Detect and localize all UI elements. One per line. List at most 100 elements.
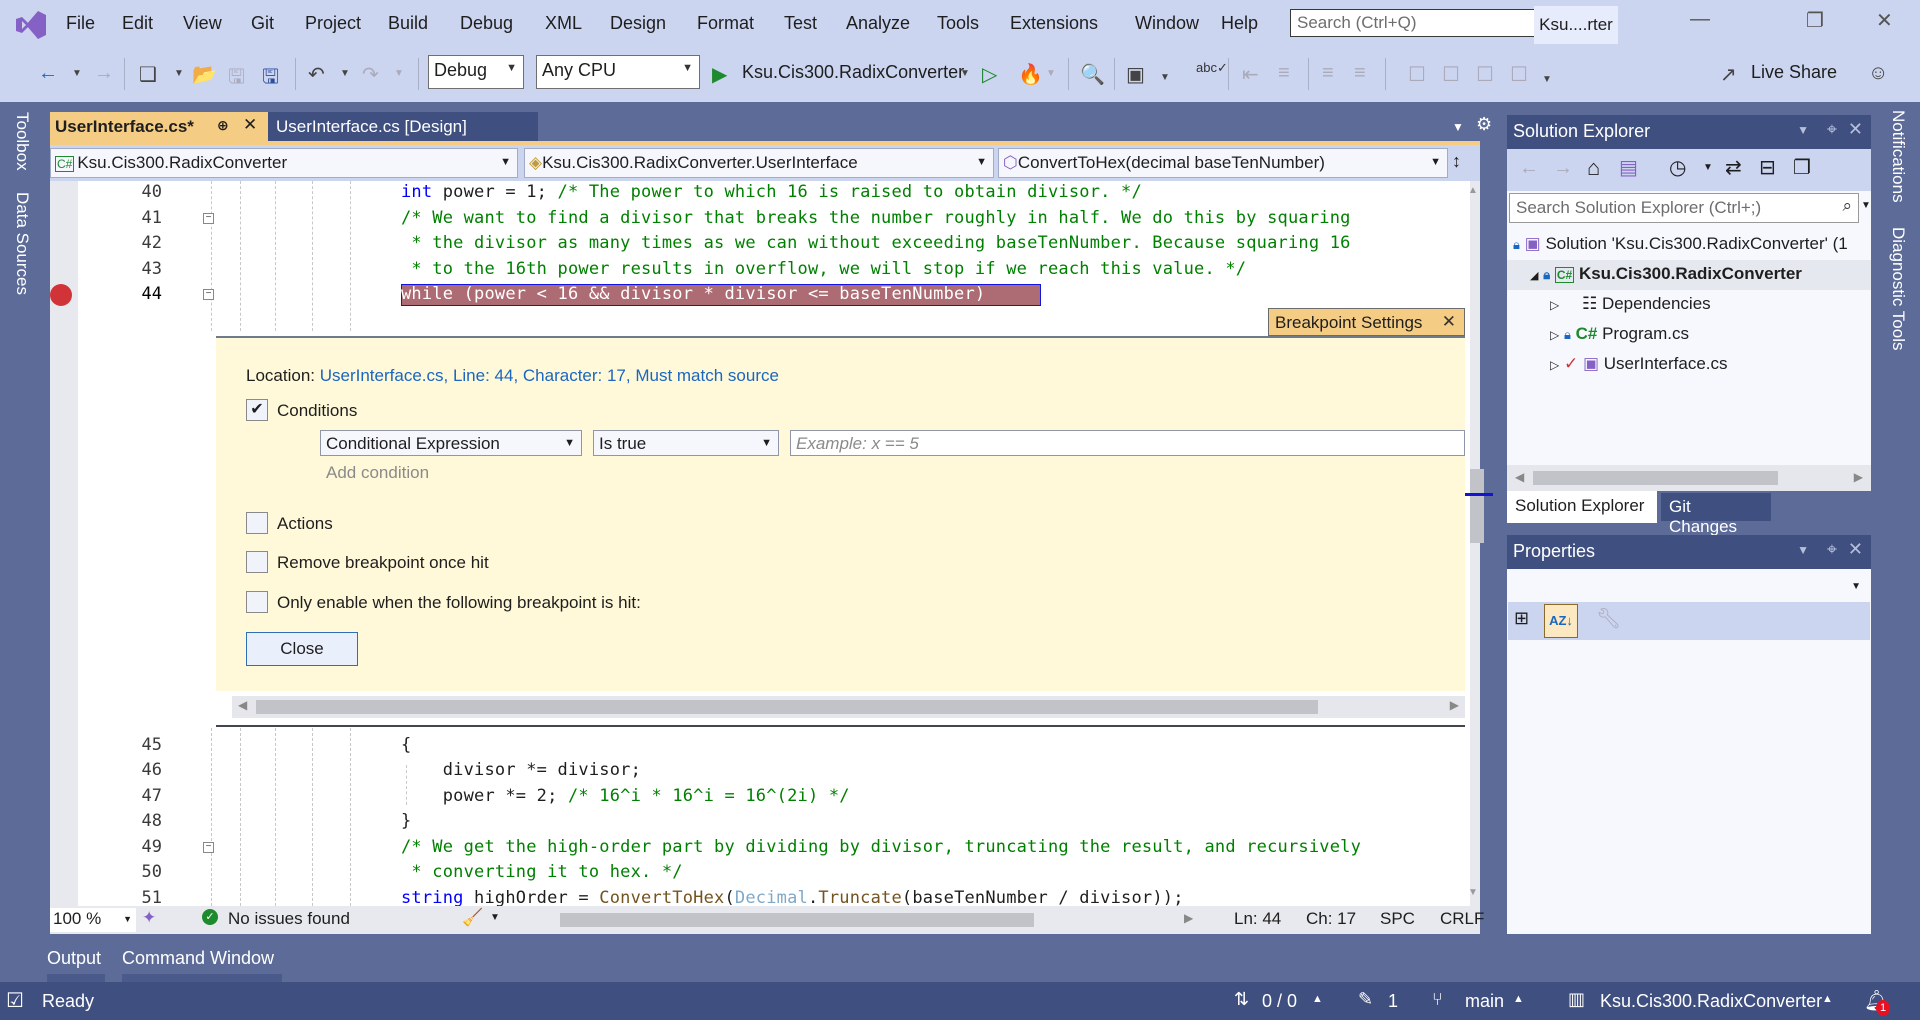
member-dropdown[interactable]: ⬡ConvertToHex(decimal baseTenNumber) ▼ xyxy=(998,148,1448,178)
menu-analyze[interactable]: Analyze xyxy=(846,13,910,34)
scrollbar-thumb[interactable] xyxy=(1470,469,1484,543)
menu-project[interactable]: Project xyxy=(305,13,361,34)
forward-icon[interactable]: → xyxy=(1553,157,1573,180)
tab-list-dropdown-icon[interactable]: ▼ xyxy=(1452,120,1464,134)
line-ending-indicator[interactable]: CRLF xyxy=(1440,909,1484,929)
pin-icon[interactable]: ⌖ xyxy=(1827,539,1837,560)
horizontal-scrollbar-thumb[interactable] xyxy=(560,913,1034,927)
scrollbar-thumb[interactable] xyxy=(256,700,1318,714)
line-indicator[interactable]: Ln: 44 xyxy=(1234,909,1281,929)
bookmark-icon[interactable]: ☐ xyxy=(1408,62,1426,87)
diagnostic-tools-tab[interactable]: Diagnostic Tools xyxy=(1888,227,1908,350)
remove-once-hit-checkbox[interactable] xyxy=(246,551,268,573)
menu-tools[interactable]: Tools xyxy=(937,13,979,34)
home-icon[interactable]: ⌂ xyxy=(1587,155,1600,181)
chevron-down-icon[interactable]: ▼ xyxy=(490,912,500,923)
menu-help[interactable]: Help xyxy=(1221,13,1258,34)
menu-format[interactable]: Format xyxy=(697,13,754,34)
search-options-dropdown-icon[interactable]: ▼ xyxy=(1861,200,1871,211)
configuration-dropdown[interactable]: Debug ▼ xyxy=(428,55,524,89)
find-in-files-icon[interactable]: 🔍 xyxy=(1080,62,1105,87)
visual-studio-logo-icon[interactable] xyxy=(14,9,48,41)
scroll-left-icon[interactable]: ◀ xyxy=(1515,470,1524,484)
tab-output[interactable]: Output xyxy=(47,948,101,969)
menu-view[interactable]: View xyxy=(183,13,222,34)
repository-name[interactable]: Ksu.Cis300.RadixConverter xyxy=(1600,991,1822,1012)
restore-icon[interactable]: ❐ xyxy=(1806,8,1824,33)
menu-design[interactable]: Design xyxy=(610,13,666,34)
new-dropdown-icon[interactable]: ▼ xyxy=(174,68,184,79)
uncomment-icon[interactable]: ≡ xyxy=(1354,62,1366,85)
undo-dropdown-icon[interactable]: ▼ xyxy=(340,68,350,79)
branch-name[interactable]: main xyxy=(1465,991,1504,1012)
collapse-icon[interactable]: − xyxy=(203,842,214,853)
menu-build[interactable]: Build xyxy=(388,13,428,34)
chevron-up-icon[interactable]: ▲ xyxy=(1312,993,1323,1005)
comment-icon[interactable]: ≡ xyxy=(1322,62,1334,85)
expanded-arrow-icon[interactable]: ◢ xyxy=(1530,270,1538,282)
condition-expression-input[interactable]: Example: x == 5 xyxy=(790,430,1465,456)
settings-gear-icon[interactable]: ⚙ xyxy=(1476,114,1492,135)
solution-explorer-hscrollbar[interactable]: ◀ ▶ xyxy=(1507,465,1871,491)
close-breakpoint-settings-icon[interactable]: ✕ xyxy=(1442,312,1456,332)
scroll-right-icon[interactable]: ▶ xyxy=(1854,470,1863,484)
tree-item-project[interactable]: ◢ 🔒︎ C# Ksu.Cis300.RadixConverter xyxy=(1530,264,1802,284)
collapse-all-icon[interactable]: ⊟ xyxy=(1759,155,1776,180)
tree-item-dependencies[interactable]: ▷ ☷ Dependencies xyxy=(1550,294,1711,314)
menu-debug[interactable]: Debug xyxy=(460,13,513,34)
clear-bookmarks-icon[interactable]: ☐ xyxy=(1510,62,1528,87)
toolbar-overflow-icon[interactable]: ▼ xyxy=(1542,74,1552,85)
data-sources-tab[interactable]: Data Sources xyxy=(12,192,32,295)
menu-file[interactable]: File xyxy=(66,13,95,34)
code-cleanup-icon[interactable]: 🧹 xyxy=(462,908,483,928)
search-input[interactable]: Search (Ctrl+Q) ⌕ xyxy=(1290,9,1562,37)
navigate-back-icon[interactable]: ← xyxy=(38,62,58,85)
outdent-icon[interactable]: ⇤ xyxy=(1242,62,1259,87)
object-selector-dropdown-icon[interactable]: ▼ xyxy=(1851,581,1861,592)
close-window-icon[interactable]: ✕ xyxy=(1876,8,1893,33)
live-share-button[interactable]: Live Share xyxy=(1751,62,1837,83)
tab-git-changes[interactable]: Git Changes xyxy=(1661,493,1771,536)
back-icon[interactable]: ← xyxy=(1519,157,1539,180)
scroll-down-icon[interactable]: ▼ xyxy=(1468,887,1478,898)
navigate-forward-icon[interactable]: → xyxy=(94,62,114,85)
redo-dropdown-icon[interactable]: ▼ xyxy=(394,68,404,79)
start-without-debug-icon[interactable]: ▷ xyxy=(982,62,997,87)
solution-explorer-icon[interactable]: ▣ xyxy=(1126,62,1145,87)
previous-bookmark-icon[interactable]: ☐ xyxy=(1442,62,1460,87)
collapsed-arrow-icon[interactable]: ▷ xyxy=(1550,298,1559,312)
categorized-icon[interactable]: ⊞ xyxy=(1514,608,1529,629)
pending-changes-count[interactable]: 1 xyxy=(1388,991,1398,1012)
scroll-left-icon[interactable]: ◀ xyxy=(238,698,247,712)
add-condition-link[interactable]: Add condition xyxy=(326,463,429,483)
sync-with-document-icon[interactable]: ⇄ xyxy=(1725,155,1742,180)
project-dropdown[interactable]: C# Ksu.Cis300.RadixConverter ▼ xyxy=(50,148,518,178)
window-position-dropdown-icon[interactable]: ▼ xyxy=(1797,123,1809,137)
start-dropdown-icon[interactable]: ▼ xyxy=(960,68,970,79)
actions-checkbox[interactable] xyxy=(246,512,268,534)
editor-vertical-scrollbar[interactable]: ▲ ▼ xyxy=(1465,181,1493,906)
scroll-right-icon[interactable]: ▶ xyxy=(1450,698,1459,712)
chevron-up-icon[interactable]: ▲ xyxy=(1822,993,1833,1005)
pin-icon[interactable]: ⊕ xyxy=(217,117,229,134)
next-bookmark-icon[interactable]: ☐ xyxy=(1476,62,1494,87)
tab-solution-explorer[interactable]: Solution Explorer xyxy=(1507,491,1657,523)
switch-views-icon[interactable]: ▤ xyxy=(1619,155,1638,180)
close-tab-icon[interactable]: ✕ xyxy=(243,115,257,135)
hot-reload-icon[interactable]: 🔥 xyxy=(1018,62,1043,87)
start-target-label[interactable]: Ksu.Cis300.RadixConverter xyxy=(742,62,964,83)
tree-item-program-cs[interactable]: ▷ 🔒︎ C# Program.cs xyxy=(1550,324,1689,344)
close-panel-icon[interactable]: ✕ xyxy=(1848,119,1863,140)
undo-icon[interactable]: ↶ xyxy=(308,62,325,87)
zoom-dropdown[interactable]: 100 % ▼ xyxy=(50,908,136,932)
platform-dropdown[interactable]: Any CPU ▼ xyxy=(536,55,700,89)
close-panel-icon[interactable]: ✕ xyxy=(1848,539,1863,560)
solution-explorer-search-input[interactable]: Search Solution Explorer (Ctrl+;) ⌕ xyxy=(1509,193,1859,223)
chevron-up-icon[interactable]: ▲ xyxy=(1513,993,1524,1005)
breakpoint-icon[interactable] xyxy=(50,284,72,306)
tree-item-solution[interactable]: 🔒︎ ▣ Solution 'Ksu.Cis300.RadixConverter… xyxy=(1513,234,1848,254)
toolbox-tab[interactable]: Toolbox xyxy=(12,112,32,171)
conditions-checkbox[interactable]: ✔ xyxy=(246,399,268,421)
menu-edit[interactable]: Edit xyxy=(122,13,153,34)
scroll-up-icon[interactable]: ▲ xyxy=(1468,185,1478,196)
